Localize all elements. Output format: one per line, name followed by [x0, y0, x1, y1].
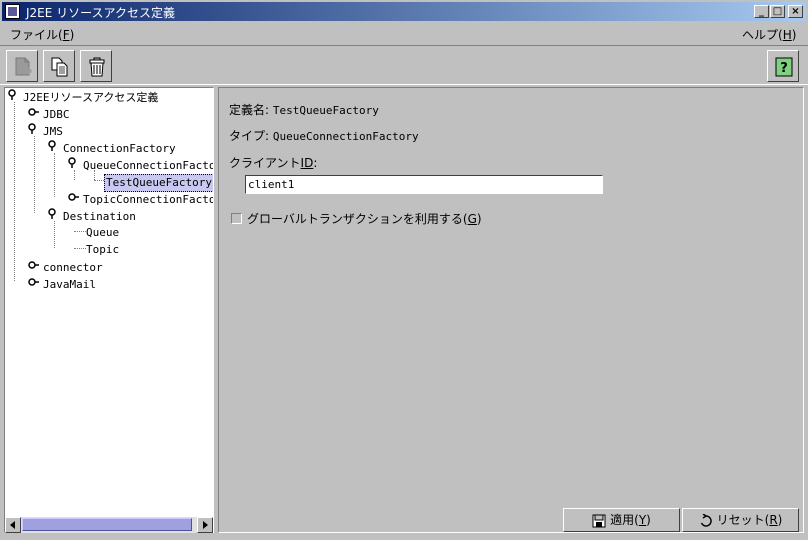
client-id-label-text: クライアント	[229, 156, 301, 170]
menu-file-mnemonic: F	[62, 28, 70, 42]
tree-node-connector[interactable]: connector	[27, 259, 105, 275]
collapsed-toggle-icon[interactable]	[27, 259, 41, 276]
expanded-toggle-icon[interactable]	[47, 208, 61, 225]
tree-label-destination: Destination	[63, 209, 136, 223]
save-icon	[592, 514, 606, 527]
menu-file[interactable]: ファイル(F)	[10, 26, 74, 43]
menu-file-label: ファイル(	[10, 28, 63, 42]
tree-label-queue-connection-factory: QueueConnectionFactor	[83, 158, 214, 172]
reset-icon	[700, 512, 712, 527]
tree-node-javamail[interactable]: JavaMail	[27, 276, 98, 292]
close-button[interactable]: ×	[788, 5, 803, 18]
reset-button-mnemonic: R	[769, 513, 778, 527]
apply-button[interactable]: 適用(Y)	[563, 508, 680, 532]
app-icon	[5, 4, 20, 19]
copy-button[interactable]	[43, 50, 75, 82]
trash-icon	[89, 57, 105, 77]
tree-label-connector: connector	[43, 260, 103, 274]
detail-panel: 定義名: TestQueueFactory タイプ: QueueConnecti…	[218, 87, 804, 533]
menu-help[interactable]: ヘルプ(H)	[742, 26, 796, 43]
reset-button-suffix: )	[777, 513, 783, 527]
menu-help-label: ヘルプ(	[742, 28, 783, 42]
tree-horizontal-scrollbar[interactable]	[5, 517, 213, 533]
svg-text:?: ?	[780, 61, 788, 76]
tree-label-test-queue-factory: TestQueueFactory	[104, 174, 213, 192]
global-transaction-suffix: )	[476, 212, 482, 226]
tree-label-topic-connection-factory: TopicConnectionFactor	[83, 192, 214, 206]
collapsed-toggle-icon[interactable]	[67, 191, 81, 208]
reset-button-label: リセット(	[716, 513, 770, 527]
tree-node-queue-connection-factory[interactable]: QueueConnectionFactor	[67, 157, 214, 174]
type-label: タイプ:	[229, 129, 270, 143]
tree-node-jms[interactable]: JMS	[27, 123, 65, 139]
tree-node-connection-factory[interactable]: ConnectionFactory	[47, 140, 178, 156]
tree-label-jms: JMS	[43, 124, 63, 138]
collapsed-toggle-icon[interactable]	[27, 106, 41, 123]
collapsed-toggle-icon[interactable]	[27, 276, 41, 293]
tree-node-queue[interactable]: Queue	[84, 225, 121, 241]
tree-node-topic[interactable]: Topic	[84, 242, 121, 258]
type-value: QueueConnectionFactory	[272, 130, 419, 143]
tree-node-topic-connection-factory[interactable]: TopicConnectionFactor	[67, 191, 214, 208]
title-bar: J2EE リソースアクセス定義 _ □ ×	[2, 2, 806, 21]
tree-node-test-queue-factory[interactable]: TestQueueFactory	[104, 174, 213, 192]
tree-label-javamail: JavaMail	[43, 277, 96, 291]
tree-label-topic: Topic	[86, 243, 120, 256]
apply-button-suffix: )	[646, 513, 651, 527]
minimize-button[interactable]: _	[754, 5, 769, 18]
toolbar: ?	[0, 45, 808, 85]
global-transaction-mnemonic: G	[467, 212, 477, 226]
tree-label-connection-factory: ConnectionFactory	[63, 141, 176, 155]
menu-file-suffix: )	[69, 28, 75, 42]
tree-node-destination[interactable]: Destination	[47, 208, 138, 224]
arrow-left-icon	[10, 521, 15, 529]
definition-name-row: 定義名: TestQueueFactory	[229, 101, 379, 118]
copy-icon	[51, 57, 68, 77]
expanded-toggle-icon[interactable]	[27, 123, 41, 140]
global-transaction-label-text: グローバルトランザクションを利用する(	[247, 212, 468, 226]
client-id-label: クライアントID:	[229, 154, 317, 171]
new-button[interactable]	[6, 50, 38, 82]
delete-button[interactable]	[80, 50, 112, 82]
client-id-mnemonic: ID	[300, 156, 314, 170]
global-transaction-label[interactable]: グローバルトランザクションを利用する(G)	[247, 210, 482, 227]
tree-label-jdbc: JDBC	[43, 107, 70, 121]
window-title: J2EE リソースアクセス定義	[26, 6, 175, 20]
expanded-toggle-icon[interactable]	[67, 157, 81, 174]
client-id-input[interactable]: client1	[245, 175, 603, 194]
resource-tree[interactable]: J2EEリソースアクセス定義 JDBC JMS ConnectionFactor…	[4, 87, 214, 533]
reset-button[interactable]: リセット(R)	[682, 508, 799, 532]
menu-help-suffix: )	[791, 28, 797, 42]
expanded-toggle-icon[interactable]	[7, 89, 21, 106]
client-id-colon: :	[313, 156, 318, 170]
tree-node-root[interactable]: J2EEリソースアクセス定義	[7, 89, 160, 105]
scroll-left-button[interactable]	[5, 517, 21, 533]
menu-bar: ファイル(F) ヘルプ(H)	[0, 22, 808, 44]
type-row: タイプ: QueueConnectionFactory	[229, 127, 419, 144]
help-icon: ?	[775, 57, 793, 77]
tree-node-jdbc[interactable]: JDBC	[27, 106, 72, 122]
global-transaction-checkbox[interactable]	[231, 213, 242, 224]
expanded-toggle-icon[interactable]	[47, 140, 61, 157]
help-button[interactable]: ?	[767, 50, 799, 82]
apply-button-label: 適用(	[610, 513, 639, 527]
tree-label-root: J2EEリソースアクセス定義	[23, 90, 159, 104]
new-doc-icon	[15, 57, 32, 76]
definition-name-label: 定義名:	[229, 103, 270, 117]
scrollbar-thumb[interactable]	[22, 518, 192, 531]
maximize-button[interactable]: □	[770, 5, 785, 18]
main-window: J2EE リソースアクセス定義 _ □ × ファイル(F) ヘルプ(H) ? J…	[0, 0, 808, 540]
tree-label-queue: Queue	[86, 226, 120, 239]
scroll-right-button[interactable]	[197, 517, 213, 533]
menu-help-mnemonic: H	[782, 28, 792, 42]
arrow-right-icon	[203, 521, 208, 529]
definition-name-value: TestQueueFactory	[272, 104, 379, 117]
